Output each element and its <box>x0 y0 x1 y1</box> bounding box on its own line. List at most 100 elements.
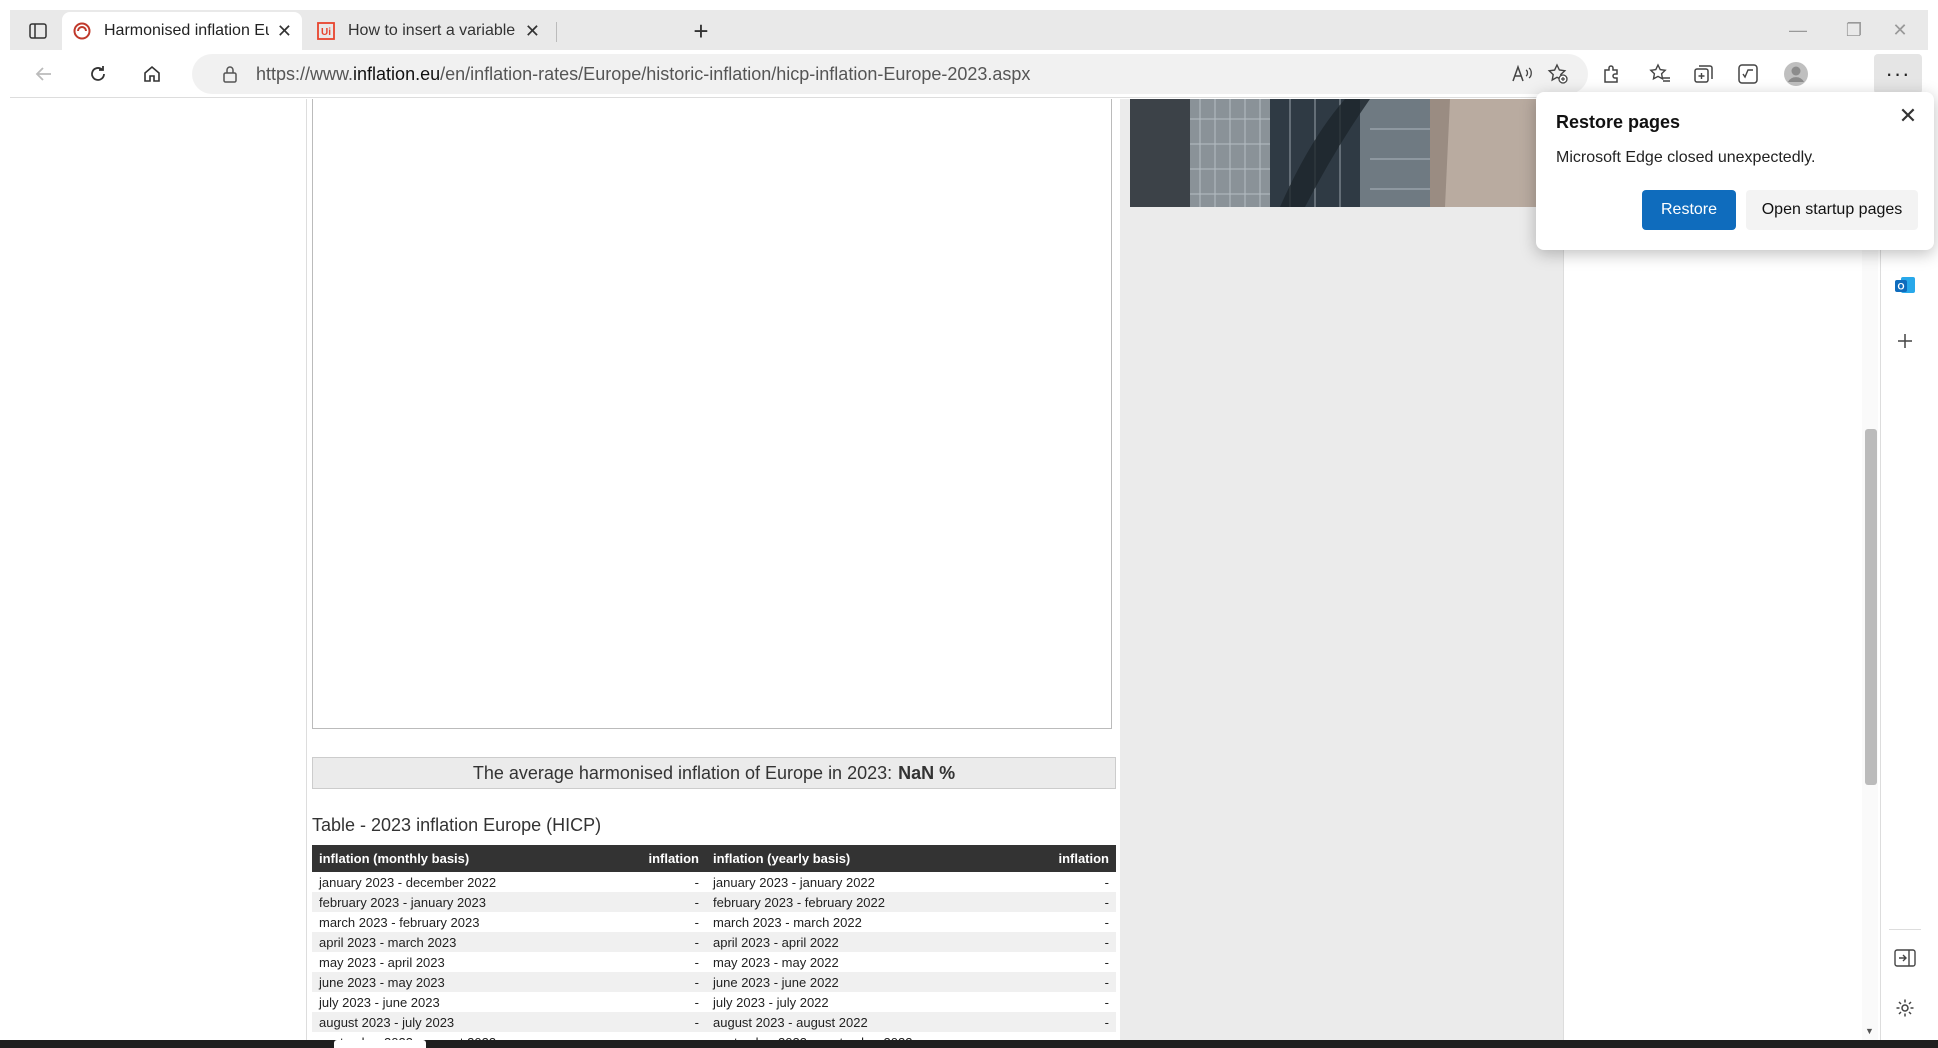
monthly-period: april 2023 - march 2023 <box>312 932 640 952</box>
uipath-favicon-icon: Ui <box>316 21 336 41</box>
address-toolbar: https://www.inflation.eu/en/inflation-ra… <box>10 50 1928 98</box>
monthly-value: - <box>694 994 699 1010</box>
close-icon: ✕ <box>1898 103 1918 128</box>
monthly-value: - <box>640 932 706 952</box>
monthly-period: january 2023 - december 2022 <box>319 874 497 890</box>
inflation-eu-favicon-icon <box>72 21 92 41</box>
yearly-value: - <box>1104 994 1109 1010</box>
monthly-value: - <box>640 972 706 992</box>
math-solver-icon <box>1738 64 1758 84</box>
table-title: Table - 2023 inflation Europe (HICP) <box>312 815 602 835</box>
close-window-button[interactable]: ✕ <box>1872 10 1928 50</box>
monthly-value: - <box>640 1012 706 1032</box>
tab-close-icon[interactable]: ✕ <box>525 21 540 41</box>
gear-icon <box>1896 999 1914 1017</box>
url-text[interactable]: https://www.inflation.eu/en/inflation-ra… <box>256 64 1030 85</box>
outlook-icon: O <box>1895 277 1915 293</box>
col-header-inflation-monthly: inflation <box>640 845 706 872</box>
table-row: may 2023 - april 2023 - may 2023 - may 202… <box>312 952 1116 972</box>
table-row: august 2023 - july 2023- august 2023 - au… <box>312 1012 1116 1032</box>
lock-icon[interactable] <box>220 64 240 84</box>
hide-sidebar-icon <box>1894 949 1916 967</box>
add-sidebar-app-button[interactable] <box>1889 325 1921 357</box>
url-path: /en/inflation-rates/Europe/historic-infl… <box>440 63 1031 84</box>
yearly-period: march 2023 - march 2022 <box>713 914 862 930</box>
refresh-button[interactable] <box>80 56 116 92</box>
extensions-button[interactable] <box>1594 56 1630 92</box>
average-inflation-text: The average harmonised inflation of Euro… <box>472 762 893 783</box>
tab-title: How to insert a variable in Select <box>348 22 517 39</box>
back-button[interactable] <box>26 56 62 92</box>
popup-close-button[interactable]: ✕ <box>1896 103 1920 128</box>
yearly-period: february 2023 - february 2022 <box>706 892 1032 912</box>
col-header-inflation-yearly: inflation <box>1032 845 1116 872</box>
tab-close-icon[interactable]: ✕ <box>277 21 292 41</box>
math-solver-button[interactable] <box>1730 56 1766 92</box>
favorites-button[interactable] <box>1642 56 1678 92</box>
table-header-row: inflation (monthly basis) inflation infl… <box>312 845 1116 872</box>
monthly-period: may 2023 - april 2023 <box>319 954 445 970</box>
monthly-value: - <box>640 1032 706 1041</box>
table-row: september 2023 - august 2023-september 2… <box>312 1032 1116 1041</box>
minimize-icon: — <box>1789 19 1807 40</box>
taskbar-active-app[interactable] <box>334 1040 426 1048</box>
home-icon <box>144 65 160 82</box>
new-tab-button[interactable]: + <box>686 16 716 46</box>
col-header-yearly: inflation (yearly basis) <box>706 845 1032 872</box>
browser-window: Harmonised inflation Europe 2023 ✕ Ui Ho… <box>0 0 1938 1048</box>
add-favorite-button[interactable] <box>1540 56 1576 92</box>
sidebar-settings-button[interactable] <box>1889 992 1921 1024</box>
right-column <box>1120 99 1570 1040</box>
profile-button[interactable] <box>1778 56 1814 92</box>
yearly-period: september 2023 - september 2022 <box>706 1032 1032 1041</box>
table-row: june 2023 - may 2023- june 2023 - june 20… <box>312 972 1116 992</box>
star-add-icon <box>1547 63 1568 84</box>
address-bar[interactable]: https://www.inflation.eu/en/inflation-ra… <box>192 54 1588 94</box>
home-button[interactable] <box>134 56 170 92</box>
table-row: april 2023 - march 2023- april 2023 - apr… <box>312 932 1116 952</box>
tab-insert-variable[interactable]: Ui How to insert a variable in Select ✕ <box>306 12 550 50</box>
restore-pages-popup: Restore pages ✕ Microsoft Edge closed un… <box>1536 92 1934 250</box>
tab-strip: Harmonised inflation Europe 2023 ✕ Ui Ho… <box>10 10 1928 50</box>
refresh-icon <box>91 66 105 81</box>
sidebar-divider <box>1889 929 1921 930</box>
content-border <box>306 99 307 1040</box>
plus-icon <box>1898 334 1912 348</box>
table-row: july 2023 - june 2023- july 2023 - july 2… <box>312 992 1116 1012</box>
read-aloud-button[interactable] <box>1504 56 1540 92</box>
outlook-button[interactable]: O <box>1889 269 1921 301</box>
plus-icon: + <box>693 15 709 46</box>
scroll-down-arrow-icon[interactable]: ▼ <box>1865 1026 1875 1036</box>
yearly-period: april 2023 - april 2022 <box>706 932 1032 952</box>
table-row: march 2023 - february 2023- march 2023 - … <box>312 912 1116 932</box>
ellipsis-icon: ··· <box>1885 61 1911 86</box>
chart-placeholder <box>312 99 1112 729</box>
minimize-button[interactable]: — <box>1770 10 1826 50</box>
col-header-monthly: inflation (monthly basis) <box>312 845 640 872</box>
yearly-value: - <box>1032 1032 1116 1041</box>
monthly-period: august 2023 - july 2023 <box>312 1012 640 1032</box>
average-inflation-banner: The average harmonised inflation of Euro… <box>312 757 1116 789</box>
restore-button[interactable]: Restore <box>1642 190 1736 230</box>
building-photo <box>1130 99 1540 207</box>
hide-sidebar-button[interactable] <box>1889 942 1921 974</box>
read-aloud-icon <box>1512 64 1532 82</box>
back-arrow-icon <box>35 67 51 81</box>
collections-button[interactable] <box>1686 56 1722 92</box>
yearly-period: june 2023 - june 2022 <box>706 972 1032 992</box>
yearly-value: - <box>1032 932 1116 952</box>
tab-harmonised-inflation[interactable]: Harmonised inflation Europe 2023 ✕ <box>62 12 302 50</box>
tab-actions-button[interactable] <box>22 16 54 46</box>
svg-text:O: O <box>1897 282 1904 292</box>
close-icon: ✕ <box>1892 19 1908 40</box>
puzzle-icon <box>1604 65 1618 83</box>
monthly-period: september 2023 - august 2023 <box>312 1032 640 1041</box>
yearly-period: august 2023 - august 2022 <box>706 1012 1032 1032</box>
monthly-value: - <box>694 954 699 970</box>
scrollbar-thumb[interactable] <box>1865 429 1877 785</box>
open-startup-pages-button[interactable]: Open startup pages <box>1746 190 1918 230</box>
settings-and-more-button[interactable]: ··· <box>1874 54 1922 94</box>
yearly-period: may 2023 - may 2022 <box>713 954 839 970</box>
monthly-period: july 2023 - june 2023 <box>319 994 440 1010</box>
monthly-period: march 2023 - february 2023 <box>319 914 480 930</box>
